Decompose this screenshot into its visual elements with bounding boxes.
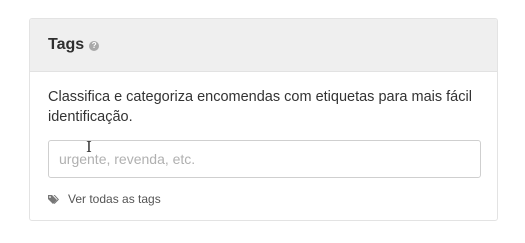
card-body: Classifica e categoriza encomendas com e… <box>30 72 497 206</box>
view-all-tags-label: Ver todas as tags <box>68 192 161 206</box>
question-circle-icon[interactable]: ? <box>89 41 100 51</box>
tags-card: Tags ? Classifica e categoriza encomenda… <box>29 18 498 221</box>
tags-icon <box>48 194 62 205</box>
tags-input-container[interactable]: I <box>48 138 481 178</box>
card-header: Tags ? <box>30 19 497 72</box>
tags-input[interactable] <box>49 141 480 177</box>
card-title: Tags <box>48 36 85 53</box>
view-all-tags-link[interactable]: Ver todas as tags <box>48 192 479 206</box>
tags-description: Classifica e categoriza encomendas com e… <box>48 89 472 125</box>
